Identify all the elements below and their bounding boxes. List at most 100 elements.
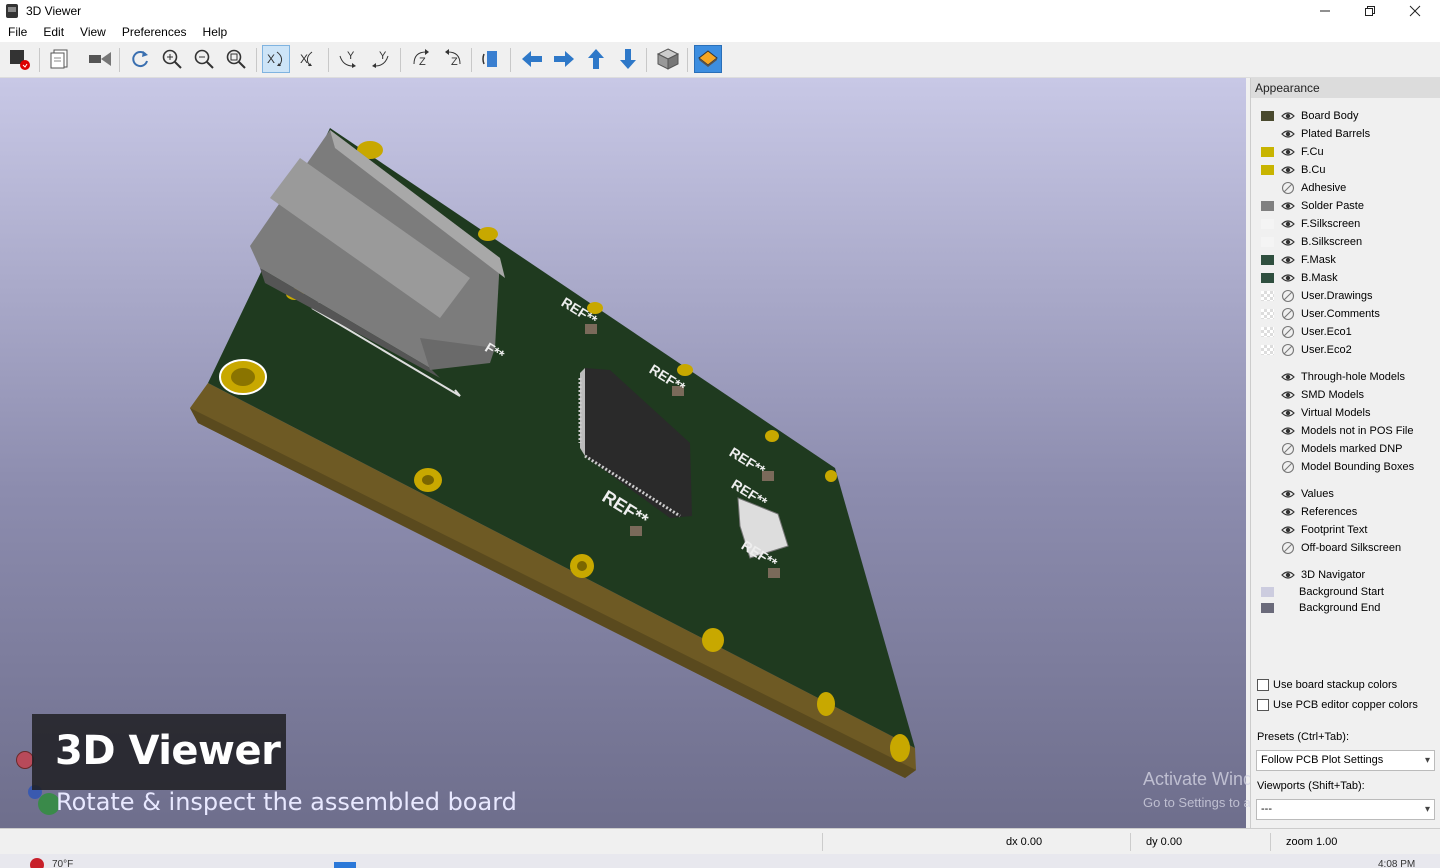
layer-row[interactable]: User.Comments [1251, 305, 1440, 323]
model-row[interactable]: SMD Models [1251, 386, 1440, 404]
visibility-eye-icon[interactable] [1281, 253, 1295, 267]
layer-row[interactable]: F.Silkscreen [1251, 215, 1440, 233]
misc-row[interactable]: 3D Navigator [1251, 566, 1440, 584]
color-swatch[interactable] [1261, 345, 1274, 355]
visibility-eye-icon[interactable] [1281, 217, 1295, 231]
layer-row[interactable]: B.Mask [1251, 269, 1440, 287]
layer-row[interactable]: User.Eco2 [1251, 341, 1440, 359]
visibility-eye-icon[interactable] [1281, 424, 1295, 438]
visibility-eye-icon[interactable] [1281, 235, 1295, 249]
color-swatch[interactable] [1261, 327, 1274, 337]
move-up-button[interactable] [582, 45, 610, 73]
visibility-eye-icon[interactable] [1281, 406, 1295, 420]
background-row[interactable]: Background End [1251, 599, 1440, 617]
move-down-button[interactable] [614, 45, 642, 73]
start-icon[interactable] [334, 862, 356, 868]
model-row[interactable]: Models not in POS File [1251, 422, 1440, 440]
layer-row[interactable]: Adhesive [1251, 179, 1440, 197]
model-row[interactable]: Models marked DNP [1251, 440, 1440, 458]
visibility-eye-icon[interactable] [1281, 127, 1295, 141]
copy-image-button[interactable] [46, 45, 74, 73]
menu-view[interactable]: View [72, 25, 114, 39]
layer-row[interactable]: F.Mask [1251, 251, 1440, 269]
rotate-y-ccw-button[interactable]: Y [366, 45, 394, 73]
visibility-eye-icon[interactable] [1281, 505, 1295, 519]
use-board-stackup-colors-checkbox[interactable]: Use board stackup colors [1257, 679, 1397, 691]
layer-row[interactable]: Board Body [1251, 107, 1440, 125]
color-swatch[interactable] [1261, 237, 1274, 247]
model-row[interactable]: Through-hole Models [1251, 368, 1440, 386]
zoom-fit-button[interactable] [222, 45, 250, 73]
visibility-hidden-icon[interactable] [1281, 541, 1295, 555]
reload-button[interactable] [126, 45, 154, 73]
visibility-hidden-icon[interactable] [1281, 343, 1295, 357]
close-button[interactable] [1392, 0, 1438, 22]
layers-manager-toggle[interactable] [694, 45, 722, 73]
visibility-eye-icon[interactable] [1281, 388, 1295, 402]
menu-help[interactable]: Help [195, 25, 236, 39]
menu-preferences[interactable]: Preferences [114, 25, 195, 39]
zoom-out-button[interactable] [190, 45, 218, 73]
color-swatch[interactable] [1261, 255, 1274, 265]
text-layer-row[interactable]: Footprint Text [1251, 521, 1440, 539]
text-layer-row[interactable]: Off-board Silkscreen [1251, 539, 1440, 557]
checkbox-box[interactable] [1257, 699, 1269, 711]
color-swatch[interactable] [1261, 273, 1274, 283]
color-swatch[interactable] [1261, 111, 1274, 121]
visibility-eye-icon[interactable] [1281, 199, 1295, 213]
layer-row[interactable]: User.Eco1 [1251, 323, 1440, 341]
color-swatch[interactable] [1261, 291, 1274, 301]
visibility-eye-icon[interactable] [1281, 163, 1295, 177]
visibility-eye-icon[interactable] [1281, 568, 1295, 582]
layer-row[interactable]: Plated Barrels [1251, 125, 1440, 143]
layer-row[interactable]: User.Drawings [1251, 287, 1440, 305]
menu-file[interactable]: File [0, 25, 35, 39]
color-swatch[interactable] [1261, 603, 1274, 613]
orthographic-button[interactable] [654, 45, 682, 73]
visibility-eye-icon[interactable] [1281, 109, 1295, 123]
raytrace-camera-button[interactable] [86, 45, 114, 73]
visibility-eye-icon[interactable] [1281, 523, 1295, 537]
zoom-in-button[interactable] [158, 45, 186, 73]
visibility-hidden-icon[interactable] [1281, 307, 1295, 321]
rotate-z-ccw-button[interactable]: Z [439, 45, 467, 73]
visibility-hidden-icon[interactable] [1281, 460, 1295, 474]
model-row[interactable]: Virtual Models [1251, 404, 1440, 422]
move-left-button[interactable] [518, 45, 546, 73]
color-swatch[interactable] [1261, 587, 1274, 597]
visibility-hidden-icon[interactable] [1281, 181, 1295, 195]
visibility-eye-icon[interactable] [1281, 145, 1295, 159]
viewports-dropdown[interactable]: --- ▾ [1256, 799, 1435, 820]
visibility-eye-icon[interactable] [1281, 271, 1295, 285]
layer-row[interactable]: F.Cu [1251, 143, 1440, 161]
restore-button[interactable] [1347, 0, 1393, 22]
menu-edit[interactable]: Edit [35, 25, 72, 39]
minimize-button[interactable] [1302, 0, 1348, 22]
color-swatch[interactable] [1261, 309, 1274, 319]
color-swatch[interactable] [1261, 147, 1274, 157]
layer-row[interactable]: Solder Paste [1251, 197, 1440, 215]
visibility-hidden-icon[interactable] [1281, 289, 1295, 303]
text-layer-row[interactable]: Values [1251, 485, 1440, 503]
layer-row[interactable]: B.Cu [1251, 161, 1440, 179]
model-row[interactable]: Model Bounding Boxes [1251, 458, 1440, 476]
rotate-y-cw-button[interactable]: Y [334, 45, 362, 73]
color-swatch[interactable] [1261, 219, 1274, 229]
rotate-z-cw-button[interactable]: Z [407, 45, 435, 73]
visibility-eye-icon[interactable] [1281, 487, 1295, 501]
checkbox-box[interactable] [1257, 679, 1269, 691]
color-swatch[interactable] [1261, 201, 1274, 211]
layer-row[interactable]: B.Silkscreen [1251, 233, 1440, 251]
visibility-eye-icon[interactable] [1281, 370, 1295, 384]
rotate-x-cw-button[interactable]: X [262, 45, 290, 73]
move-right-button[interactable] [550, 45, 578, 73]
rotate-x-ccw-button[interactable]: X [295, 45, 323, 73]
visibility-hidden-icon[interactable] [1281, 442, 1295, 456]
presets-dropdown[interactable]: Follow PCB Plot Settings ▾ [1256, 750, 1435, 771]
use-pcb-copper-colors-checkbox[interactable]: Use PCB editor copper colors [1257, 699, 1418, 711]
visibility-hidden-icon[interactable] [1281, 325, 1295, 339]
flip-board-button[interactable] [477, 45, 505, 73]
render-button[interactable] [5, 45, 33, 73]
color-swatch[interactable] [1261, 165, 1274, 175]
text-layer-row[interactable]: References [1251, 503, 1440, 521]
